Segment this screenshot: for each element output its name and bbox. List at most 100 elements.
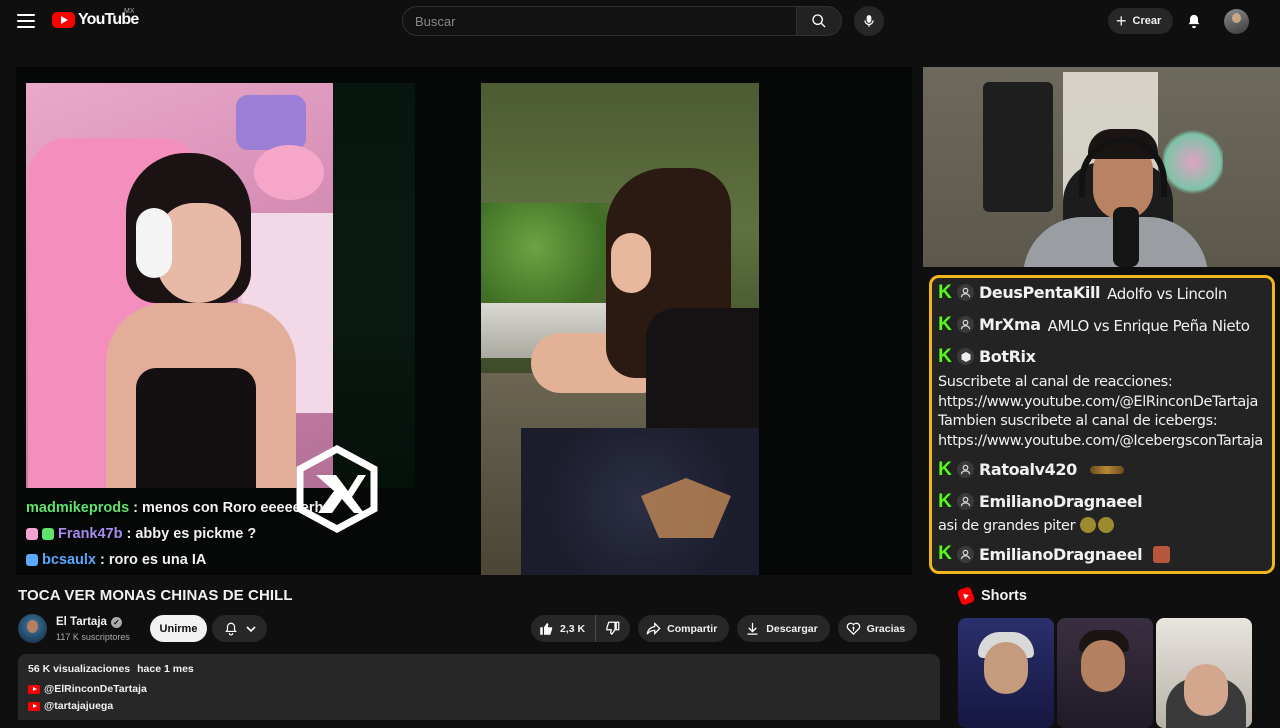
- subscription-bell-button[interactable]: [212, 615, 267, 642]
- bell-icon: [1188, 14, 1200, 28]
- video-frame: madmikeprods: menos con Roro eeeeeerh Fr…: [16, 67, 912, 575]
- user-icon: [957, 493, 974, 510]
- kick-username: BotRix: [979, 347, 1036, 366]
- description-meta: 56 K visualizaciones hace 1 mes: [28, 663, 930, 675]
- kick-chat-line: K BotRix: [938, 344, 1266, 369]
- like-count: 2,3 K: [560, 622, 586, 635]
- top-bar: YouTube MX + Crear: [0, 0, 1280, 42]
- download-button[interactable]: Descargar: [737, 615, 830, 642]
- video-player[interactable]: madmikeprods: menos con Roro eeeeeerh Fr…: [16, 67, 912, 575]
- kick-chat-line: K EmilianoDragnaeel: [938, 542, 1266, 567]
- kick-message: asi de grandes piter: [938, 518, 1076, 534]
- like-dislike-group: 2,3 K: [531, 615, 631, 642]
- verified-icon: ✓: [110, 616, 122, 628]
- reactor-facecam: [923, 67, 1280, 267]
- share-button[interactable]: Compartir: [638, 615, 730, 642]
- short-thumbnail[interactable]: [1156, 618, 1252, 728]
- subscriber-count: 117 K suscriptores: [56, 632, 130, 642]
- kick-username: EmilianoDragnaeel: [979, 544, 1143, 564]
- kick-username: MrXma: [979, 315, 1041, 334]
- thanks-label: Gracias: [866, 622, 906, 635]
- shorts-icon: [956, 586, 976, 606]
- account-avatar[interactable]: [1224, 9, 1249, 34]
- kick-icon: K: [938, 313, 952, 335]
- kick-icon: K: [938, 458, 952, 480]
- badge-icon: [42, 528, 54, 540]
- short-thumbnail[interactable]: [958, 618, 1054, 728]
- kick-chat-line: K DeusPentaKill Adolfo vs Lincoln: [938, 280, 1266, 305]
- super-thanks-icon: [846, 622, 860, 636]
- kick-chat-line: K MrXma AMLO vs Enrique Peña Nieto: [938, 312, 1266, 337]
- bot-message-line: Suscribete al canal de reacciones:: [938, 374, 1173, 390]
- join-button[interactable]: Unirme: [150, 615, 207, 642]
- shorts-row: [958, 618, 1252, 728]
- kick-message-line: asi de grandes piter: [938, 517, 1266, 537]
- badge-icon: [26, 554, 38, 566]
- user-icon: [957, 284, 974, 301]
- kick-username: EmilianoDragnaeel: [979, 492, 1143, 511]
- share-label: Compartir: [667, 622, 718, 635]
- youtube-icon: [28, 684, 40, 694]
- kick-icon: K: [938, 345, 952, 367]
- shorts-title: Shorts: [981, 588, 1027, 604]
- clip-video: [481, 83, 759, 575]
- search-bar: [402, 6, 842, 36]
- streamer-webcam: [26, 83, 333, 488]
- create-label: Crear: [1132, 15, 1162, 27]
- notifications-button[interactable]: [1182, 9, 1206, 33]
- video-actions: 2,3 K Compartir Descargar Gracias: [531, 615, 918, 642]
- youtube-play-icon: [52, 12, 75, 28]
- user-icon: [957, 461, 974, 478]
- search-input[interactable]: [402, 6, 796, 36]
- youtube-icon: [28, 701, 40, 711]
- kick-chat-line: K Ratoalv420: [938, 457, 1266, 482]
- shorts-header: Shorts: [956, 586, 1027, 606]
- plus-icon: +: [1116, 11, 1127, 31]
- bot-message-line: Tambien suscribete al canal de icebergs:: [938, 413, 1218, 429]
- bell-icon: [224, 622, 237, 636]
- emote-icon: [1098, 517, 1115, 533]
- thumbs-down-icon: [606, 621, 620, 636]
- user-icon: [957, 316, 974, 333]
- microphone-icon: [864, 15, 874, 27]
- region-code: MX: [124, 8, 135, 15]
- like-button[interactable]: 2,3 K: [531, 615, 597, 642]
- voice-search-button[interactable]: [854, 6, 884, 36]
- menu-icon[interactable]: [14, 9, 38, 33]
- kick-chat-overlay: K DeusPentaKill Adolfo vs Lincoln K MrXm…: [929, 275, 1275, 574]
- create-button[interactable]: + Crear: [1108, 8, 1174, 34]
- kick-icon: K: [938, 281, 952, 303]
- thanks-button[interactable]: Gracias: [837, 615, 918, 642]
- kick-icon: K: [938, 490, 952, 512]
- kick-message: AMLO vs Enrique Peña Nieto: [1047, 317, 1250, 335]
- download-icon: [747, 622, 758, 635]
- emote-icon: [1089, 465, 1124, 474]
- share-icon: [646, 621, 661, 636]
- description-box[interactable]: 56 K visualizaciones hace 1 mes @ElRinco…: [18, 654, 940, 720]
- thumbs-up-icon: [540, 622, 553, 635]
- emote-icon: [1153, 545, 1171, 563]
- kick-chat-line: K EmilianoDragnaeel: [938, 489, 1266, 514]
- view-count: 56 K visualizaciones: [28, 663, 131, 675]
- download-label: Descargar: [766, 622, 818, 635]
- kick-username: Ratoalv420: [979, 460, 1077, 479]
- search-icon: [812, 14, 826, 28]
- channel-link[interactable]: @ElRinconDeTartaja: [28, 683, 930, 695]
- kick-message: Adolfo vs Lincoln: [1107, 285, 1228, 303]
- kick-icon: K: [938, 543, 952, 564]
- channel-avatar[interactable]: [18, 614, 47, 643]
- short-thumbnail[interactable]: [1057, 618, 1153, 728]
- user-icon: [957, 545, 974, 563]
- bot-icon: [957, 348, 974, 365]
- bot-message-line: https://www.youtube.com/@ElRinconDeTarta…: [938, 393, 1259, 410]
- dislike-button[interactable]: [596, 615, 630, 642]
- channel-name: El Tartaja: [56, 616, 107, 628]
- channel-name-link[interactable]: El Tartaja ✓: [56, 616, 122, 628]
- search-button[interactable]: [796, 6, 842, 36]
- kick-username: DeusPentaKill: [979, 283, 1101, 302]
- emote-icon: [1080, 517, 1097, 533]
- badge-icon: [26, 528, 38, 540]
- channel-link[interactable]: @tartajajuega: [28, 700, 930, 712]
- video-title: TOCA VER MONAS CHINAS DE CHILL: [18, 587, 293, 604]
- chevron-down-icon: [245, 625, 256, 632]
